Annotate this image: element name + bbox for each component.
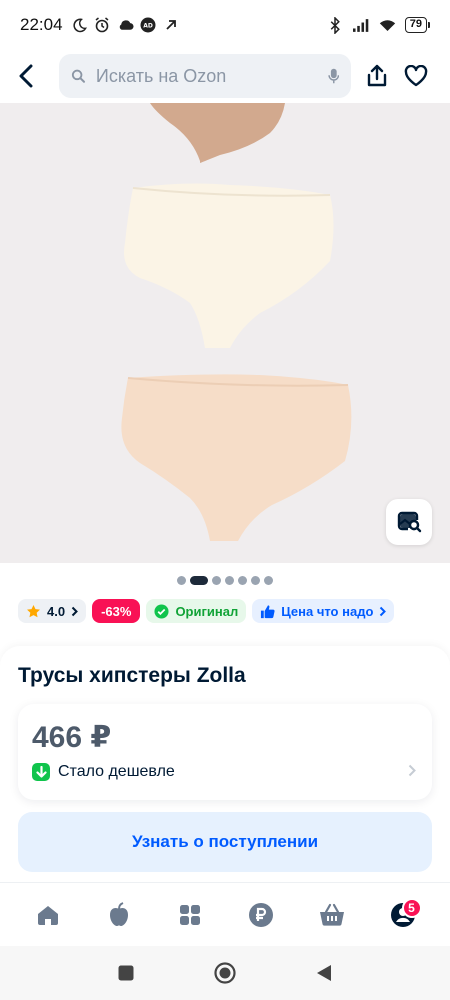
pagination-dot[interactable] — [225, 576, 234, 585]
gallery-pagination — [0, 576, 450, 585]
product-gallery[interactable] — [0, 103, 450, 563]
ruble-icon — [248, 902, 273, 927]
thumbs-up-icon — [261, 604, 275, 618]
notify-availability-button[interactable]: Узнать о поступлении — [18, 812, 432, 872]
rating-chip[interactable]: 4.0 — [18, 599, 87, 623]
search-input[interactable] — [95, 65, 328, 87]
notification-icon — [163, 17, 180, 34]
pagination-dot[interactable] — [264, 576, 273, 585]
star-icon — [27, 604, 40, 617]
favorite-button[interactable] — [397, 56, 436, 96]
chevron-right-icon — [380, 606, 387, 616]
tab-finance[interactable] — [236, 890, 286, 940]
profile-notification-badge: 5 — [401, 897, 422, 918]
home-system-button[interactable] — [214, 962, 236, 984]
product-price: 466 ₽ — [32, 721, 112, 754]
share-icon — [367, 64, 387, 87]
price-check-chip[interactable]: Цена что надо — [252, 599, 395, 623]
svg-text:AD: AD — [143, 23, 153, 30]
image-search-button[interactable] — [386, 499, 432, 545]
tab-fresh[interactable] — [94, 890, 144, 940]
price-drop-row: Стало дешевле — [32, 763, 175, 781]
product-info: Трусы хипстеры Zolla 466 ₽ Стало дешевле… — [0, 646, 450, 882]
alarm-icon — [94, 17, 111, 34]
pagination-dot[interactable] — [177, 576, 186, 585]
bottom-tab-bar: 5 — [0, 882, 450, 946]
product-image — [0, 103, 450, 563]
status-time: 22:04 — [20, 15, 63, 34]
back-button[interactable] — [18, 56, 47, 96]
original-label: Оригинал — [175, 603, 239, 619]
product-chips: 4.0 -63% Оригинал Цена что надо — [18, 599, 395, 623]
discount-badge: -63% — [92, 599, 141, 623]
ad-icon: AD — [140, 17, 157, 34]
home-icon — [37, 905, 58, 925]
bluetooth-icon — [327, 16, 344, 34]
share-button[interactable] — [357, 56, 396, 96]
heart-icon — [405, 65, 428, 87]
pagination-dot[interactable] — [251, 576, 260, 585]
pagination-dot-active[interactable] — [190, 576, 208, 585]
price-card[interactable]: 466 ₽ Стало дешевле — [18, 704, 432, 800]
original-chip[interactable]: Оригинал — [146, 599, 247, 623]
back-system-button[interactable] — [316, 964, 332, 982]
wifi-icon — [379, 17, 396, 34]
tab-profile[interactable]: 5 — [378, 890, 428, 940]
product-title: Трусы хипстеры Zolla — [18, 664, 246, 687]
recents-button[interactable] — [118, 965, 134, 981]
image-search-icon — [397, 511, 422, 533]
tab-home[interactable] — [23, 890, 73, 940]
tab-catalog[interactable] — [165, 890, 215, 940]
price-drop-label: Стало дешевле — [58, 763, 175, 780]
battery-indicator: 79 — [404, 17, 430, 33]
cart-basket-icon — [319, 903, 344, 926]
header — [0, 50, 450, 102]
status-bar: 22:04 AD 79 — [0, 0, 450, 50]
rating-value: 4.0 — [47, 603, 66, 619]
signal-icon — [352, 17, 370, 34]
arrow-down-icon — [32, 763, 50, 781]
moon-icon — [71, 17, 88, 34]
back-arrow-icon — [19, 64, 33, 88]
tab-cart[interactable] — [307, 890, 357, 940]
search-box[interactable] — [59, 54, 352, 98]
microphone-icon[interactable] — [328, 65, 340, 87]
price-check-label: Цена что надо — [281, 603, 374, 619]
chevron-right-icon — [71, 606, 78, 616]
chevron-right-icon — [408, 764, 416, 777]
pagination-dot[interactable] — [238, 576, 247, 585]
catalog-grid-icon — [179, 904, 200, 925]
search-icon — [72, 69, 86, 83]
battery-level: 79 — [404, 17, 427, 33]
check-circle-icon — [154, 603, 169, 619]
system-navigation-bar — [0, 946, 450, 1000]
apple-icon — [109, 901, 128, 926]
pagination-dot[interactable] — [212, 576, 221, 585]
cloud-icon — [117, 17, 134, 34]
